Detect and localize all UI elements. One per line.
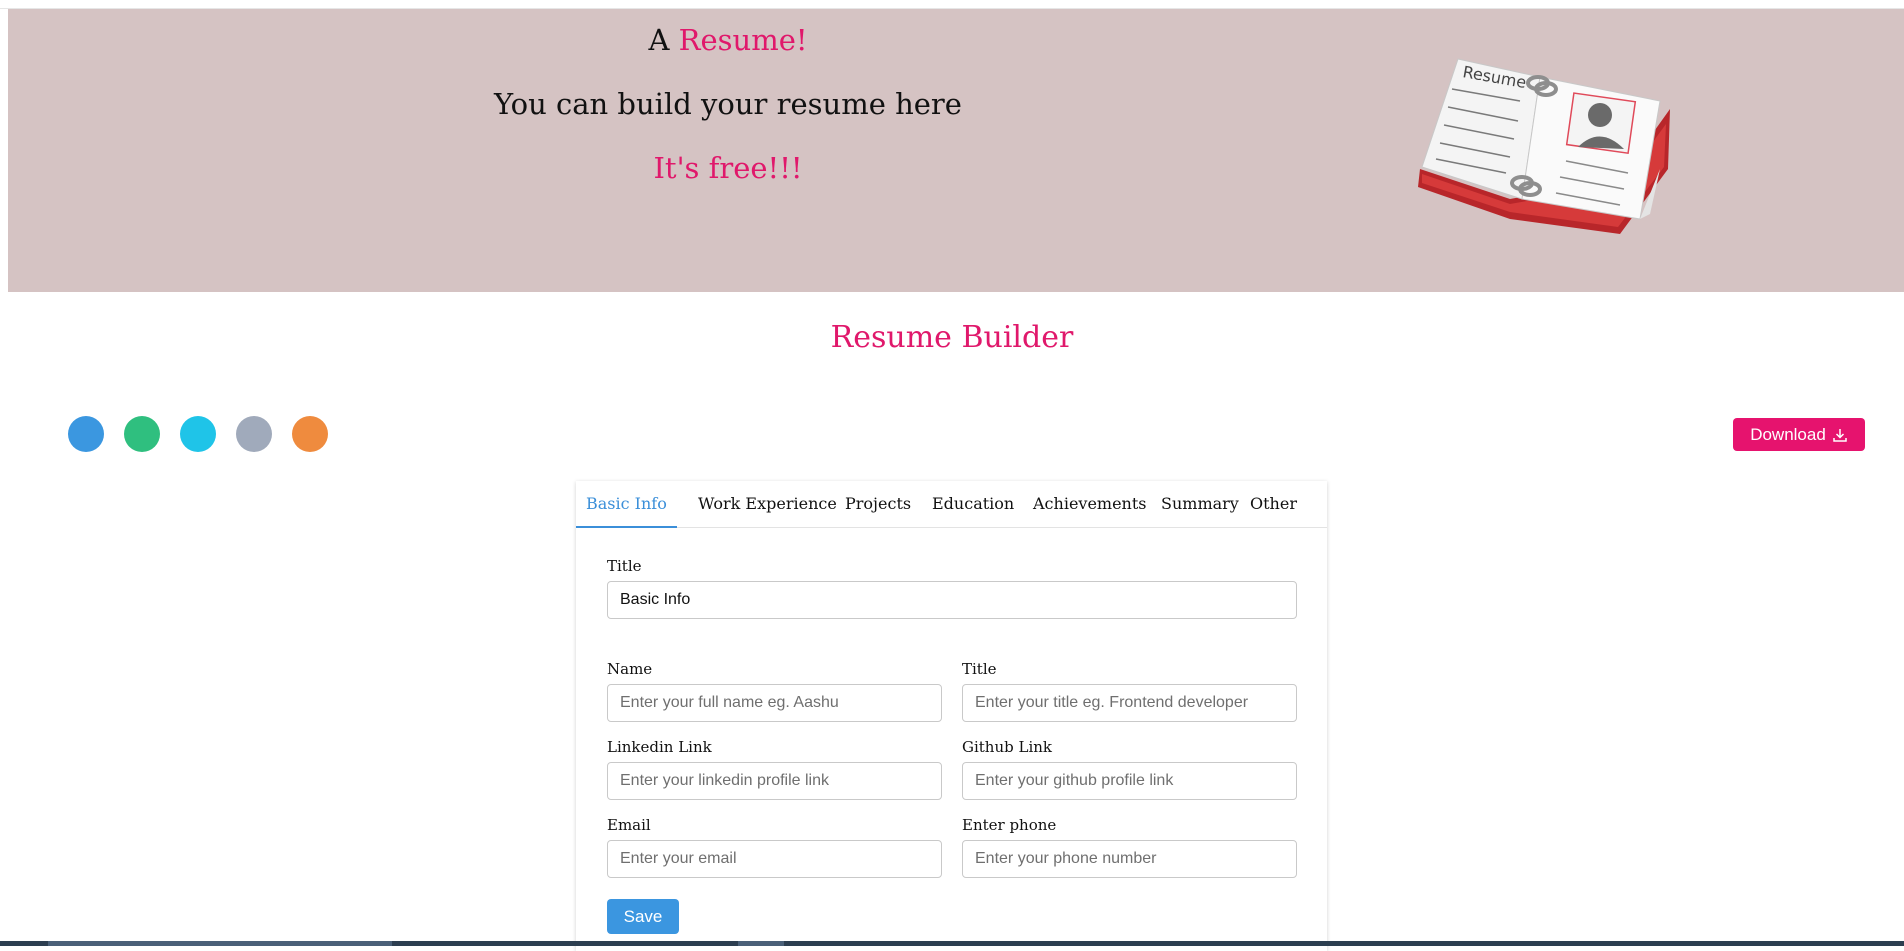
tab-achievements[interactable]: Achievements: [1023, 481, 1157, 527]
tab-summary[interactable]: Summary: [1151, 481, 1249, 527]
taskbar-item: [738, 941, 784, 946]
name-input[interactable]: [607, 684, 942, 722]
github-label: Github Link: [962, 738, 1053, 756]
hero-tagline: It's free!!!: [653, 151, 803, 185]
tab-education[interactable]: Education: [922, 481, 1024, 527]
title-label: Title: [962, 660, 997, 678]
github-input[interactable]: [962, 762, 1297, 800]
color-swatch-cyan[interactable]: [180, 416, 216, 452]
section-title-label: Title: [607, 557, 642, 575]
email-input[interactable]: [607, 840, 942, 878]
hero-heading-highlight: Resume!: [678, 23, 808, 57]
color-swatch-gray[interactable]: [236, 416, 272, 452]
email-label: Email: [607, 816, 651, 834]
save-button[interactable]: Save: [607, 899, 679, 934]
hero-subheading: You can build your resume here: [494, 87, 962, 121]
taskbar-item: [48, 941, 392, 946]
editor-card: Basic Info Work Experience Projects Educ…: [576, 481, 1327, 951]
hero-heading-prefix: A: [648, 23, 670, 57]
linkedin-input[interactable]: [607, 762, 942, 800]
top-strip: [0, 0, 1904, 9]
hero-heading: A Resume!: [8, 23, 1448, 57]
resume-book-icon: Resume: [1418, 58, 1670, 234]
color-swatch-orange[interactable]: [292, 416, 328, 452]
linkedin-label: Linkedin Link: [607, 738, 712, 756]
hero-banner: A Resume! You can build your resume here…: [8, 9, 1904, 292]
download-icon: [1833, 428, 1847, 442]
phone-label: Enter phone: [962, 816, 1057, 834]
tab-basic-info[interactable]: Basic Info: [576, 481, 677, 528]
section-tabs: Basic Info Work Experience Projects Educ…: [576, 481, 1327, 528]
taskbar: [0, 941, 1904, 946]
section-title-input[interactable]: [607, 581, 1297, 619]
title-input[interactable]: [962, 684, 1297, 722]
tab-other[interactable]: Other: [1240, 481, 1307, 527]
color-swatch-blue[interactable]: [68, 416, 104, 452]
download-button[interactable]: Download: [1733, 418, 1865, 451]
tab-work-experience[interactable]: Work Experience: [688, 481, 847, 527]
name-label: Name: [607, 660, 653, 678]
phone-input[interactable]: [962, 840, 1297, 878]
tab-projects[interactable]: Projects: [835, 481, 921, 527]
download-label: Download: [1750, 424, 1826, 444]
page-title: Resume Builder: [830, 320, 1074, 355]
color-swatch-green[interactable]: [124, 416, 160, 452]
